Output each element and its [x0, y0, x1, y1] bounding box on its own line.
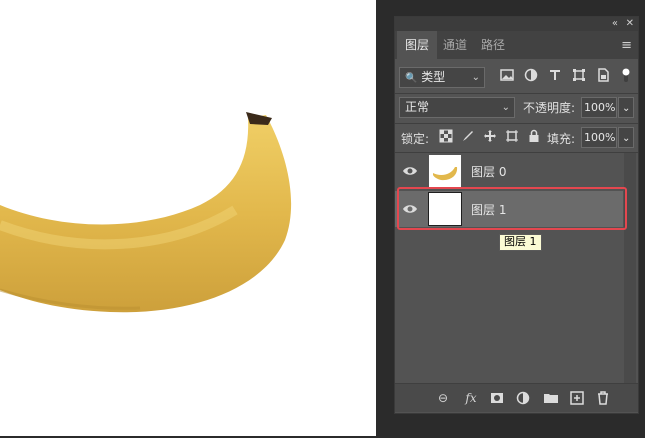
layer-name: 图层 0	[471, 165, 507, 179]
filter-kind-select[interactable]: 🔍 类型 ⌄	[399, 67, 485, 88]
selected-layer-highlight	[397, 187, 627, 230]
layer-thumbnail-banana	[429, 155, 461, 187]
panel-titlebar: « ✕	[395, 17, 638, 31]
lock-transparent-pixels-icon[interactable]	[439, 129, 453, 143]
smart-object-filter-icon[interactable]	[595, 67, 611, 83]
type-filter-icon[interactable]	[547, 67, 563, 83]
lock-artboard-icon[interactable]	[505, 129, 519, 143]
tab-channels[interactable]: 通道	[435, 31, 475, 59]
blend-mode-select[interactable]: 正常 ⌄	[399, 97, 515, 118]
image-filter-icon[interactable]	[499, 67, 515, 83]
layer-tooltip: 图层 1	[499, 234, 542, 251]
chevron-down-icon: ⌄	[501, 102, 510, 113]
tab-paths[interactable]: 路径	[473, 31, 513, 59]
layer-row-0[interactable]: 图层 0	[395, 153, 623, 189]
chevron-down-icon: ⌄	[622, 133, 631, 144]
fill-dropdown[interactable]: ⌄	[618, 127, 634, 148]
divider	[395, 93, 638, 94]
panel-footer: ⊖ fx	[395, 383, 638, 412]
link-layers-icon[interactable]: ⊖	[435, 390, 451, 406]
collapse-panel-icon[interactable]: «	[612, 17, 618, 31]
fill-label: 填充:	[547, 132, 576, 146]
add-mask-icon[interactable]	[489, 390, 505, 406]
shape-filter-icon[interactable]	[571, 67, 587, 83]
adjustment-filter-icon[interactable]	[523, 67, 539, 83]
blend-mode-value: 正常	[405, 100, 430, 114]
lock-position-icon[interactable]	[483, 129, 497, 143]
delete-layer-icon[interactable]	[595, 390, 611, 406]
fill-input[interactable]: 100%	[581, 127, 617, 148]
new-layer-icon[interactable]	[569, 390, 585, 406]
filter-toggle-icon[interactable]	[621, 67, 631, 83]
lock-label: 锁定:	[401, 132, 430, 146]
new-group-icon[interactable]	[543, 390, 559, 406]
search-icon: 🔍	[405, 73, 418, 84]
banana-image	[0, 112, 292, 313]
lock-all-icon[interactable]	[527, 129, 541, 143]
opacity-label: 不透明度:	[523, 101, 576, 115]
opacity-input[interactable]: 100%	[581, 97, 617, 118]
tab-layers[interactable]: 图层	[397, 31, 438, 59]
chevron-down-icon: ⌄	[471, 72, 480, 83]
adjustment-layer-icon[interactable]	[515, 390, 531, 406]
fx-icon[interactable]: fx	[463, 390, 479, 406]
close-panel-icon[interactable]: ✕	[626, 17, 634, 31]
opacity-dropdown[interactable]: ⌄	[618, 97, 634, 118]
panel-tabs: 图层 通道 路径 ≡	[395, 31, 638, 59]
eye-visibility-icon[interactable]	[402, 164, 418, 178]
divider	[395, 123, 638, 124]
document-canvas[interactable]	[0, 0, 376, 438]
panel-menu-icon[interactable]: ≡	[621, 38, 632, 53]
filter-kind-label: 类型	[421, 70, 446, 84]
lock-image-pixels-icon[interactable]	[461, 129, 475, 143]
chevron-down-icon: ⌄	[622, 103, 631, 114]
